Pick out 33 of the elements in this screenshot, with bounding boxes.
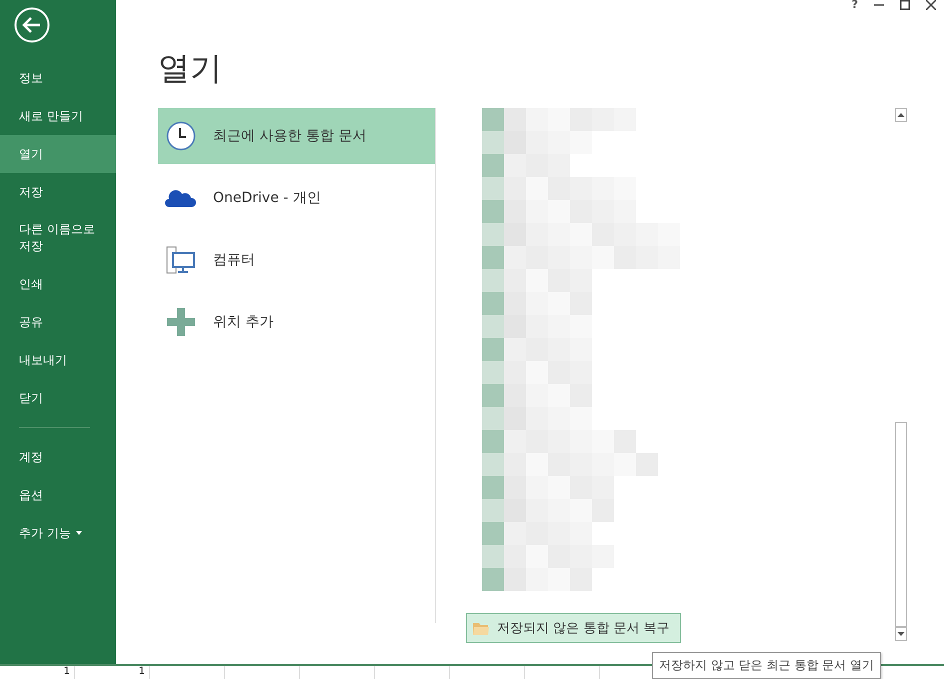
recover-button[interactable]: 저장되지 않은 통합 문서 복구 [466, 613, 681, 643]
sheet-cell: 1 [75, 666, 150, 679]
location-item[interactable]: 최근에 사용한 통합 문서 [158, 108, 435, 164]
sidebar-item[interactable]: 닫기 [0, 379, 116, 417]
page-title: 열기 [158, 48, 223, 88]
sidebar-item[interactable]: 열기 [0, 135, 116, 173]
folder-icon [473, 622, 489, 634]
clock-icon [166, 121, 196, 151]
sidebar-item[interactable]: 저장 [0, 173, 116, 211]
cloud-icon [165, 188, 197, 208]
computer-icon [166, 246, 196, 274]
sidebar-item[interactable]: 옵션 [0, 476, 116, 514]
sidebar-item[interactable]: 다른 이름으로 저장 [0, 211, 116, 265]
scroll-up-icon[interactable] [895, 108, 907, 122]
sheet-cell: 1 [0, 666, 75, 679]
sidebar-item[interactable]: 인쇄 [0, 265, 116, 303]
location-item[interactable]: 위치 추가 [158, 294, 435, 350]
sidebar-item[interactable]: 계정 [0, 438, 116, 476]
location-item[interactable]: 컴퓨터 [158, 232, 435, 288]
sidebar-item[interactable]: 정보 [0, 59, 116, 97]
scrollbar-thumb[interactable] [895, 422, 907, 627]
sidebar-item[interactable]: 새로 만들기 [0, 97, 116, 135]
back-icon[interactable] [14, 7, 50, 43]
close-icon[interactable] [926, 0, 936, 10]
help-button[interactable]: ? [852, 0, 858, 10]
scroll-down-icon[interactable] [895, 627, 907, 641]
location-item[interactable]: OneDrive - 개인 [158, 170, 435, 226]
sidebar-item[interactable]: 공유 [0, 303, 116, 341]
tooltip: 저장하지 않고 닫은 최근 통합 문서 열기 [652, 652, 881, 679]
sidebar-item[interactable]: 추가 기능 [0, 514, 116, 552]
plus-icon [167, 308, 195, 336]
sidebar-item[interactable]: 내보내기 [0, 341, 116, 379]
maximize-icon[interactable] [900, 0, 910, 10]
